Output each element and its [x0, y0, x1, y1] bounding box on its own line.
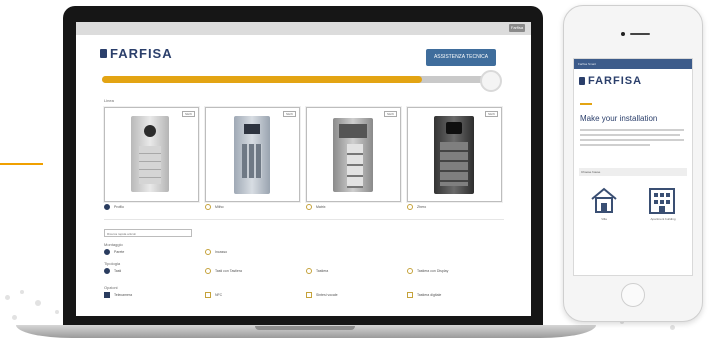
group-title-type: Tipologia: [104, 261, 121, 266]
product-option-zhero[interactable]: Zhero: [407, 204, 426, 210]
product-card-mitho[interactable]: NEW: [205, 107, 300, 202]
option-tasti-tastiera[interactable]: Tasti con Tastiera: [205, 268, 242, 274]
checkbox[interactable]: [306, 292, 312, 298]
laptop-hinge: [255, 326, 355, 330]
intercom-panel-image: [333, 118, 373, 192]
radio-button[interactable]: [205, 268, 211, 274]
option-label: Tasti: [114, 269, 122, 273]
intercom-panel-image: [234, 116, 270, 194]
product-card-zhero[interactable]: NEW: [407, 107, 502, 202]
progress-fill: [102, 76, 422, 83]
radio-button[interactable]: [407, 268, 413, 274]
option-tastiera-digitale[interactable]: Tastiera digitale: [407, 292, 441, 298]
radio-button[interactable]: [306, 204, 312, 210]
option-label: Profilo: [114, 205, 124, 209]
group-title-options: Opzioni: [104, 285, 118, 290]
product-option-matrix[interactable]: Matrix: [306, 204, 326, 210]
product-card-matrix[interactable]: NEW: [306, 107, 401, 202]
quick-search-input[interactable]: Ricerca rapida articoli: [104, 229, 192, 237]
option-label: Telecamera: [114, 293, 133, 297]
option-label: Zhero: [417, 205, 427, 209]
radio-button[interactable]: [104, 249, 110, 255]
brand-logo[interactable]: FARFISA: [100, 46, 173, 61]
divider: [104, 219, 504, 220]
option-label: Parete: [114, 250, 125, 254]
configurator-progress-bar: [102, 76, 492, 83]
radio-button[interactable]: [306, 268, 312, 274]
option-nfc[interactable]: NFC: [205, 292, 222, 298]
technical-assistance-button[interactable]: ASSISTENZA TECNICA: [426, 49, 496, 66]
phone-camera: [621, 32, 625, 36]
radio-button[interactable]: [407, 204, 413, 210]
text-line: [580, 129, 684, 131]
radio-button[interactable]: [205, 204, 211, 210]
mobile-heading: Make your installation: [580, 114, 658, 123]
new-tag: NEW: [283, 111, 296, 117]
option-tasti[interactable]: Tasti: [104, 268, 121, 274]
group-title-mounting: Montaggio: [104, 242, 123, 247]
mobile-topbar: Farfisa Smart: [574, 59, 692, 69]
text-line: [580, 134, 680, 136]
phone-speaker: [630, 33, 650, 35]
checkbox[interactable]: [407, 292, 413, 298]
option-sintesi-vocale[interactable]: Sintesi vocale: [306, 292, 338, 298]
mobile-brand-name: FARFISA: [588, 75, 643, 87]
radio-button[interactable]: [104, 204, 110, 210]
product-option-profilo[interactable]: Profilo: [104, 204, 124, 210]
option-tastiera-display[interactable]: Tastiera con Display: [407, 268, 448, 274]
desktop-screen: Farfisa FARFISA ASSISTENZA TECNICA Linea…: [76, 22, 531, 316]
intercom-panel-image: [434, 116, 474, 194]
option-label: Sintesi vocale: [316, 293, 338, 297]
section-label-line: Linea: [104, 98, 114, 103]
building-icon[interactable]: [646, 183, 678, 215]
new-tag: NEW: [485, 111, 498, 117]
new-tag: NEW: [384, 111, 397, 117]
checkbox[interactable]: [205, 292, 211, 298]
mobile-brand-logo[interactable]: FARFISA: [579, 75, 642, 87]
radio-button[interactable]: [205, 249, 211, 255]
product-option-mitho[interactable]: Mitho: [205, 204, 224, 210]
icon-label-apartment: Apartment building: [650, 217, 676, 221]
option-label: NFC: [215, 293, 223, 297]
brand-name: FARFISA: [110, 46, 173, 61]
option-label: Mitho: [215, 205, 224, 209]
checkbox[interactable]: [104, 292, 110, 298]
mobile-screen: Farfisa Smart FARFISA Make your installa…: [573, 58, 693, 276]
phone-home-button[interactable]: [621, 283, 645, 307]
option-label: Matrix: [316, 205, 326, 209]
progress-end-marker: [480, 70, 502, 92]
orange-accent-rule: [0, 163, 43, 165]
logo-mark-icon: [579, 77, 585, 85]
option-label: Tasti con Tastiera: [215, 269, 242, 273]
option-telecamera[interactable]: Telecamera: [104, 292, 132, 298]
text-line: [580, 139, 684, 141]
accent-dash: [580, 103, 592, 105]
option-incasso[interactable]: Incasso: [205, 249, 227, 255]
text-line: [580, 144, 650, 146]
product-card-profilo[interactable]: NEW: [104, 107, 199, 202]
option-tastiera[interactable]: Tastiera: [306, 268, 328, 274]
option-label: Tastiera: [316, 269, 329, 273]
option-label: Incasso: [215, 250, 228, 254]
new-tag: NEW: [182, 111, 195, 117]
intercom-panel-image: [131, 116, 169, 192]
radio-button[interactable]: [104, 268, 110, 274]
option-label: Tastiera digitale: [417, 293, 442, 297]
option-parete[interactable]: Parete: [104, 249, 124, 255]
logo-mark-icon: [100, 49, 107, 58]
house-icon[interactable]: [589, 185, 619, 215]
icon-label-villa: Villa: [601, 217, 607, 221]
browser-topbar: Farfisa: [76, 22, 531, 35]
mobile-section-bar: Choose house: [579, 168, 687, 176]
topbar-button[interactable]: Farfisa: [509, 24, 525, 32]
option-label: Tastiera con Display: [417, 269, 449, 273]
